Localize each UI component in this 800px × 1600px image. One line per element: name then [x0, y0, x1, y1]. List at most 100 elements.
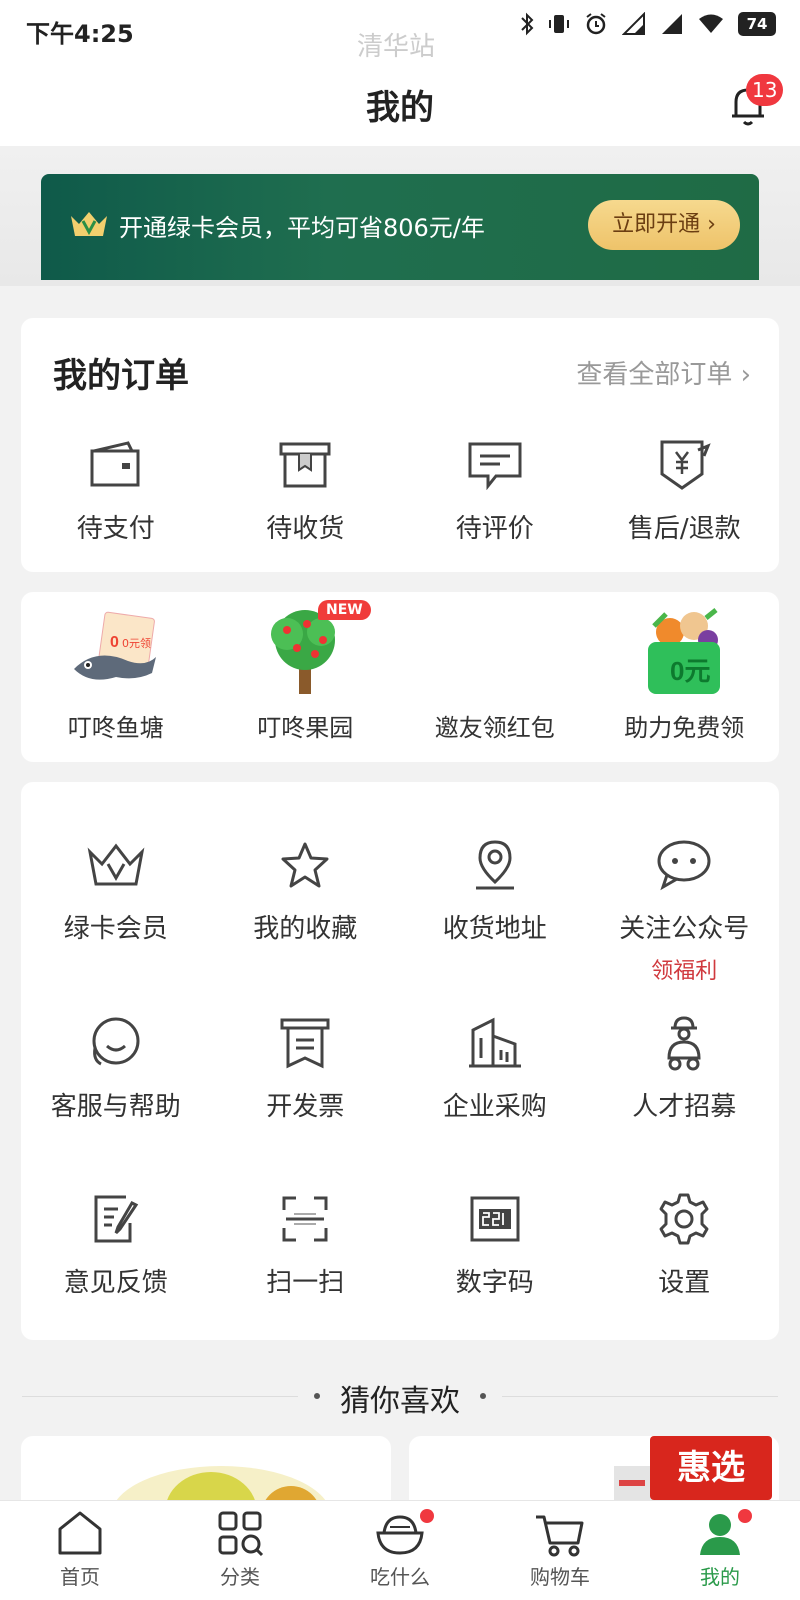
tool-favorites[interactable]: 我的收藏 [211, 830, 401, 985]
order-after-sales[interactable]: 售后/退款 [590, 430, 780, 545]
scan-icon [282, 1196, 328, 1242]
tool-recruitment[interactable]: 人才招募 [590, 1008, 780, 1123]
status-time: 下午4:25 [26, 20, 134, 48]
activity-invite-friends[interactable]: 邀友领红包 [400, 602, 590, 743]
crown-icon [71, 212, 107, 236]
order-item-label: 售后/退款 [627, 514, 741, 544]
tab-label: 购物车 [530, 1565, 590, 1589]
divider-dot [480, 1393, 486, 1399]
notification-dot [738, 1509, 752, 1523]
tab-label: 我的 [700, 1565, 740, 1589]
tab-home[interactable]: 首页 [0, 1501, 160, 1600]
open-membership-button[interactable]: 立即开通 › [588, 200, 740, 250]
customer-service-icon [92, 1017, 140, 1066]
page-header: 我的 [0, 58, 800, 146]
box-icon [279, 442, 331, 488]
tool-label: 客服与帮助 [50, 1092, 181, 1122]
alarm-icon [586, 13, 606, 35]
cart-icon [536, 1515, 584, 1557]
tool-label: 企业采购 [442, 1092, 547, 1122]
bowl-icon [376, 1515, 424, 1555]
vibrate-icon [549, 15, 569, 33]
vegetable-basket-icon: 0元 [648, 608, 721, 694]
tab-label: 首页 [60, 1565, 100, 1589]
tool-follow-account[interactable]: 关注公众号 领福利 [590, 830, 780, 985]
crown-icon [87, 843, 145, 886]
tool-scan[interactable]: 扫一扫 [211, 1184, 401, 1299]
activity-label: 叮咚果园 [257, 714, 354, 742]
star-icon [281, 842, 329, 888]
category-icon [218, 1511, 264, 1557]
fish-pond-tag: 0元领 [122, 637, 151, 650]
tool-feedback[interactable]: 意见反馈 [21, 1184, 211, 1299]
activity-fish-pond[interactable]: 0 0元领 叮咚鱼塘 [21, 602, 211, 743]
order-item-label: 待支付 [76, 514, 155, 544]
tool-label: 扫一扫 [266, 1268, 345, 1298]
courier-icon [667, 1016, 701, 1071]
red-packet-icon [465, 612, 525, 692]
refund-icon [660, 440, 711, 490]
order-item-label: 待收货 [266, 514, 345, 544]
order-pending-review[interactable]: 待评价 [400, 430, 590, 545]
orders-title: 我的订单 [53, 356, 189, 396]
home-icon [58, 1511, 102, 1555]
tool-label: 设置 [658, 1268, 711, 1298]
activity-free-claim[interactable]: 0元 助力免费领 [590, 602, 780, 743]
tool-customer-service[interactable]: 客服与帮助 [21, 1008, 211, 1123]
membership-banner[interactable]: 开通绿卡会员，平均可省806元/年 立即开通 › [41, 174, 759, 280]
fish-pond-icon: 0 0元领 [73, 611, 156, 680]
tool-label: 我的收藏 [253, 914, 358, 944]
invoice-icon [280, 1018, 330, 1069]
banner-section: 开通绿卡会员，平均可省806元/年 立即开通 › [0, 146, 800, 286]
bluetooth-icon [521, 12, 534, 36]
tool-green-card[interactable]: 绿卡会员 [21, 830, 211, 985]
tab-category[interactable]: 分类 [160, 1501, 320, 1600]
battery-indicator: 74 [738, 12, 776, 36]
tool-sub-label: 领福利 [651, 959, 718, 984]
digital-code-icon [470, 1196, 520, 1242]
tool-label: 收货地址 [442, 914, 547, 944]
signal-icon-2 [662, 14, 682, 34]
tool-digital-code[interactable]: 数字码 [400, 1184, 590, 1299]
tab-bar: 首页 分类 吃什么 购物车 我的 [0, 1500, 800, 1600]
status-icons: 74 [520, 12, 776, 36]
notification-dot [420, 1509, 434, 1523]
order-item-label: 待评价 [455, 514, 534, 544]
tool-settings[interactable]: 设置 [590, 1184, 780, 1299]
open-membership-label: 立即开通 [612, 212, 701, 237]
svg-text:0: 0 [110, 634, 119, 651]
location-icon [475, 840, 514, 890]
feedback-icon [94, 1195, 138, 1243]
tool-invoice[interactable]: 开发票 [211, 1008, 401, 1123]
notification-badge: 13 [746, 74, 784, 106]
activity-label: 邀友领红包 [434, 714, 555, 742]
tab-label: 吃什么 [370, 1565, 430, 1589]
tool-enterprise-purchase[interactable]: 企业采购 [400, 1008, 590, 1123]
activity-orchard[interactable]: 叮咚果园 [211, 602, 401, 743]
activities-card: 0 0元领 叮咚鱼塘 叮咚果园 邀友领红包 0元 助力免费领 [21, 592, 779, 762]
view-all-orders-label: 查看全部订单 [576, 360, 733, 390]
order-pending-receipt[interactable]: 待收货 [211, 430, 401, 545]
tab-mine[interactable]: 我的 [640, 1501, 800, 1600]
recommend-title: 猜你喜欢 [340, 1384, 460, 1419]
activity-label: 叮咚鱼塘 [67, 714, 164, 742]
tool-label: 意见反馈 [63, 1268, 168, 1298]
signal-icon [622, 12, 645, 35]
order-pending-payment[interactable]: 待支付 [21, 430, 211, 545]
free-claim-tag: 0元 [670, 656, 710, 686]
wifi-icon [699, 14, 723, 33]
banner-text: 开通绿卡会员，平均可省806元/年 [119, 214, 485, 242]
tool-address[interactable]: 收货地址 [400, 830, 590, 985]
tab-label: 分类 [220, 1565, 260, 1589]
tool-label: 数字码 [455, 1268, 534, 1298]
new-badge: NEW [318, 600, 371, 620]
view-all-orders-link[interactable]: 查看全部订单 › [576, 354, 751, 391]
tool-label: 关注公众号 [619, 914, 750, 944]
divider [502, 1396, 778, 1397]
tab-cart[interactable]: 购物车 [480, 1501, 640, 1600]
tab-what-to-eat[interactable]: 吃什么 [320, 1501, 480, 1600]
orders-card: 我的订单 查看全部订单 › 待支付 待收货 待评价 售后/退款 [21, 318, 779, 572]
tool-label: 开发票 [266, 1092, 345, 1122]
chat-bubble-icon [657, 840, 711, 891]
building-icon [468, 1017, 521, 1068]
